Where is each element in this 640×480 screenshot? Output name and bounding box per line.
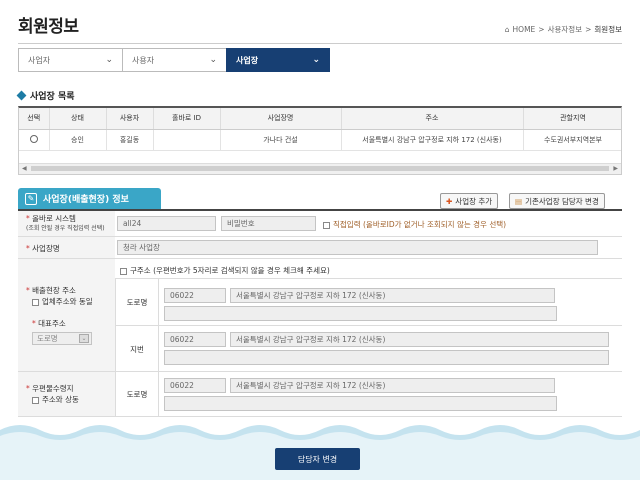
jibun-detail-input[interactable] (164, 350, 609, 365)
chevron-down-icon: ⌄ (105, 55, 113, 65)
same-as-company-checkbox[interactable] (32, 298, 39, 306)
system-label: 올바로 시스템 (32, 214, 76, 223)
table-row[interactable]: 승인 홍길동 가나다 건설 서울특별시 강남구 압구정로 지하 172 (신사동… (19, 129, 621, 151)
site-name-input[interactable]: 청라 사업장 (117, 240, 598, 255)
mail-address-input[interactable]: 서울특별시 강남구 압구정로 지하 172 (신사동) (230, 378, 555, 393)
breadcrumb-home[interactable]: HOME (513, 25, 536, 34)
road-detail-input[interactable] (164, 306, 557, 321)
rep-address-select[interactable]: 도로명 ⌄ (32, 332, 92, 345)
system-hint: (조회 안될 경우 직접입력 선택) (26, 225, 105, 232)
system-password-input[interactable]: 비밀번호 (221, 216, 316, 231)
same-as-company-label: 업체주소와 동일 (42, 297, 93, 306)
same-as-address-label: 주소와 상동 (42, 395, 79, 404)
discharge-address-row: * 배출현장 주소 업체주소와 동일 * 대표주소 도로명 ⌄ 구주소 (우편번… (18, 259, 622, 372)
business-select[interactable]: 사업자 ⌄ (18, 48, 122, 72)
road-address-input[interactable]: 서울특별시 강남구 압구정로 지하 172 (신사동) (230, 288, 555, 303)
direct-input-label: 직접입력 (333, 220, 361, 229)
change-manager-button[interactable]: ▤ 기존사업장 담당자 변경 (509, 193, 605, 209)
row-region: 수도권서부지역본부 (523, 129, 621, 151)
document-icon: ▤ (515, 196, 523, 206)
site-list-table: 선택 상태 사용자 홀바로 ID 사업장명 주소 관할지역 승인 홍길동 가나다… (18, 106, 622, 175)
site-select[interactable]: 사업장 ⌄ (226, 48, 330, 72)
chevron-down-icon: ⌄ (209, 55, 217, 65)
horizontal-scrollbar[interactable]: ◀ ▶ (19, 163, 621, 174)
col-header: 사용자 (106, 108, 154, 130)
discharge-address-label: 배출현장 주소 (32, 286, 76, 295)
chevron-down-icon: ⌄ (312, 55, 320, 65)
col-header: 주소 (341, 108, 524, 130)
site-name-label: 사업장명 (32, 244, 60, 253)
filter-selects: 사업자 ⌄ 사용자 ⌄ 사업장 ⌄ (18, 48, 330, 72)
jibun-zip-input[interactable]: 06022 (164, 332, 226, 347)
mail-address-row: * 우편물수령지 주소와 상동 도로명 06022 서울특별시 강남구 압구정로… (18, 372, 622, 417)
system-row: * 올바로 시스템 (조회 안될 경우 직접입력 선택) all24 비밀번호 … (18, 211, 622, 237)
mail-zip-input[interactable]: 06022 (164, 378, 226, 393)
plus-icon: ✚ (446, 196, 453, 206)
change-manager-submit-button[interactable]: 담당자 변경 (275, 448, 360, 470)
col-header: 상태 (49, 108, 107, 130)
system-id-input[interactable]: all24 (117, 216, 216, 231)
breadcrumb: ⌂ HOME > 사용자정보 > 회원정보 (504, 24, 622, 35)
jibun-label: 지번 (130, 345, 144, 354)
title-divider (18, 43, 622, 44)
user-select[interactable]: 사용자 ⌄ (122, 48, 226, 72)
same-as-address-checkbox[interactable] (32, 396, 39, 404)
table-header: 선택 상태 사용자 홀바로 ID 사업장명 주소 관할지역 (19, 108, 621, 130)
jibun-address-input[interactable]: 서울특별시 강남구 압구정로 지하 172 (신사동) (230, 332, 609, 347)
direct-input-hint: (올바로ID가 없거나 조회되지 않는 경우 선택) (363, 220, 507, 229)
scroll-thumb[interactable] (31, 166, 609, 171)
site-list-heading: 사업장 목록 (16, 89, 75, 102)
mail-address-label: 우편물수령지 (32, 384, 74, 393)
col-header: 관할지역 (523, 108, 621, 130)
row-radio[interactable] (29, 134, 38, 143)
edit-icon: ✎ (25, 192, 37, 205)
page-title: 회원정보 (18, 17, 79, 37)
rep-address-label: 대표주소 (38, 319, 66, 328)
road-zip-input[interactable]: 06022 (164, 288, 226, 303)
chevron-down-icon: ⌄ (79, 334, 89, 343)
scroll-left-icon[interactable]: ◀ (22, 165, 27, 172)
scroll-right-icon[interactable]: ▶ (613, 165, 618, 172)
old-address-checkbox[interactable] (120, 267, 127, 275)
row-address: 서울특별시 강남구 압구정로 지하 172 (신사동) (341, 129, 524, 151)
breadcrumb-level1[interactable]: 사용자정보 (548, 24, 583, 35)
old-address-note: 구주소 (우편번호가 5자리로 검색되지 않을 경우 체크해 주세요) (130, 266, 330, 275)
col-header: 홀바로 ID (153, 108, 221, 130)
mail-road-label: 도로명 (126, 390, 148, 399)
site-name-row: * 사업장명 청라 사업장 (18, 237, 622, 259)
breadcrumb-current: 회원정보 (594, 25, 622, 34)
site-info-tab[interactable]: ✎ 사업장(배출현장) 정보 (18, 188, 161, 209)
diamond-icon (16, 90, 27, 101)
mail-detail-input[interactable] (164, 396, 557, 411)
home-icon: ⌂ (504, 25, 510, 34)
add-site-button[interactable]: ✚ 사업장 추가 (440, 193, 499, 209)
col-header: 사업장명 (220, 108, 342, 130)
row-name: 가나다 건설 (220, 129, 342, 151)
col-header: 선택 (19, 108, 50, 130)
road-label: 도로명 (126, 298, 148, 307)
row-status: 승인 (49, 129, 107, 151)
row-user: 홍길동 (106, 129, 154, 151)
row-hid (153, 129, 221, 151)
direct-input-checkbox[interactable] (323, 221, 330, 229)
